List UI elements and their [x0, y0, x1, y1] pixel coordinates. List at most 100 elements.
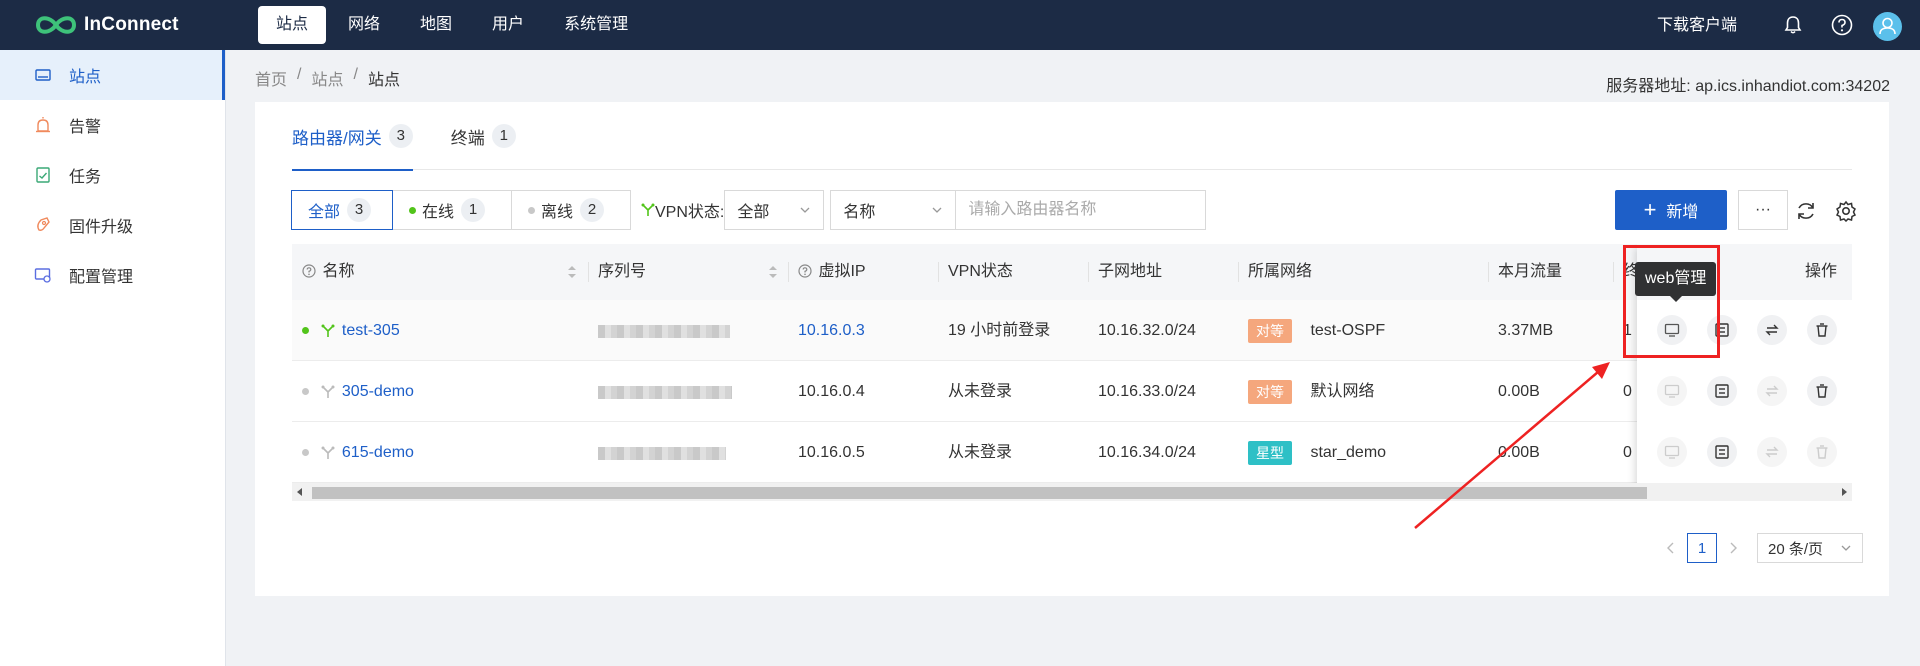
page-size-value: 20 条/页 [1768, 540, 1824, 558]
column-name[interactable]: 名称 [292, 244, 354, 300]
filter-offline[interactable]: 离线 2 [511, 190, 631, 230]
sort-icon[interactable] [768, 264, 778, 280]
search-field-select[interactable]: 名称 [830, 190, 957, 230]
column-label: VPN状态 [948, 263, 1013, 280]
filter-bar: 全部 3 在线 1 离线 2 VPN状态: 全部 名称 [291, 190, 1207, 230]
column-label: 操作 [1805, 263, 1838, 280]
web-manage-button[interactable] [1657, 437, 1687, 467]
column-serial[interactable]: 序列号 [588, 244, 646, 300]
logo[interactable]: InConnect [34, 12, 179, 38]
refresh-icon[interactable] [1795, 200, 1817, 222]
gear-icon[interactable] [1835, 200, 1857, 222]
device-name[interactable]: 305-demo [342, 383, 414, 400]
network-cell: 对等 默认网络 [1238, 361, 1374, 422]
filter-label: 在线 [422, 204, 455, 221]
vpn-status-label: VPN状态: [641, 198, 724, 222]
vpn-status-select[interactable]: 全部 [724, 190, 825, 230]
tab-terminal[interactable]: 终端 1 [451, 102, 516, 170]
switch-button[interactable] [1757, 437, 1787, 467]
delete-button[interactable] [1807, 376, 1837, 406]
sidebar-item-alarm[interactable]: 告警 [0, 100, 225, 150]
router-icon [321, 324, 335, 337]
breadcrumb-separator: / [297, 66, 302, 83]
alarm-icon [36, 117, 50, 133]
breadcrumb-home[interactable]: 首页 [255, 66, 287, 90]
column-label: 子网地址 [1098, 263, 1163, 280]
router-icon [321, 385, 335, 398]
bell-icon[interactable] [1783, 15, 1803, 35]
breadcrumb-current: 站点 [367, 72, 400, 89]
question-icon [302, 264, 316, 278]
offline-dot [528, 206, 535, 214]
delete-button[interactable] [1807, 315, 1837, 345]
config-icon [34, 268, 51, 283]
virtual-ip[interactable]: 10.16.0.3 [788, 300, 865, 361]
network-cell: 星型 star_demo [1238, 422, 1386, 483]
list-icon [1715, 445, 1729, 459]
sidebar-item-site[interactable]: 站点 [0, 50, 225, 100]
network-name: test-OSPF [1310, 322, 1386, 339]
subnet: 10.16.32.0/24 [1098, 322, 1196, 339]
device-name-cell[interactable]: test-305 [292, 300, 400, 361]
filter-count: 3 [347, 198, 372, 222]
delete-button[interactable] [1807, 437, 1837, 467]
add-button-label: 新增 [1666, 204, 1699, 221]
nav-map[interactable]: 地图 [402, 6, 470, 44]
trash-icon [1816, 384, 1828, 398]
scroll-left-arrow[interactable] [297, 488, 302, 496]
switch-button[interactable] [1757, 315, 1787, 345]
subnet: 10.16.33.0/24 [1098, 383, 1196, 400]
tab-router[interactable]: 路由器/网关 3 [292, 102, 413, 171]
sidebar-item-label: 告警 [69, 119, 102, 136]
offline-dot [302, 449, 309, 457]
main-nav: 站点 网络 地图 用户 系统管理 [258, 6, 650, 44]
inconnect-logo-icon [35, 16, 77, 34]
avatar[interactable] [1873, 12, 1902, 41]
sidebar-item-task[interactable]: 任务 [0, 150, 225, 200]
column-label: 所属网络 [1248, 263, 1313, 280]
web-manage-button[interactable] [1657, 376, 1687, 406]
column-label: 虚拟IP [818, 263, 866, 280]
column-subnet: 子网地址 [1088, 244, 1162, 300]
logo-text: InConnect [84, 14, 179, 35]
download-client-link[interactable]: 下载客户端 [1657, 0, 1737, 52]
nav-network[interactable]: 网络 [330, 6, 398, 44]
device-name-cell[interactable]: 615-demo [292, 422, 414, 483]
breadcrumb-site[interactable]: 站点 [311, 66, 343, 90]
more-button[interactable]: ··· [1738, 190, 1788, 230]
detail-button[interactable] [1707, 376, 1737, 406]
nav-system[interactable]: 系统管理 [546, 6, 646, 44]
nav-site[interactable]: 站点 [258, 6, 327, 44]
help-icon[interactable] [1831, 14, 1853, 36]
scroll-right-arrow[interactable] [1842, 488, 1847, 496]
sidebar-item-config[interactable]: 配置管理 [0, 250, 225, 300]
tab-count: 3 [388, 124, 413, 148]
device-name-cell[interactable]: 305-demo [292, 361, 414, 422]
column-vip[interactable]: 虚拟IP [788, 244, 866, 300]
serial-blurred [598, 386, 732, 399]
chevron-down-icon [932, 207, 942, 213]
filter-all[interactable]: 全部 3 [291, 190, 393, 230]
add-button[interactable]: + 新增 [1615, 190, 1727, 230]
switch-button[interactable] [1757, 376, 1787, 406]
sort-icon[interactable] [567, 264, 577, 280]
breadcrumb: 首页 / 站点 / 站点 [255, 66, 410, 90]
column-vpn: VPN状态 [938, 244, 1013, 300]
device-name[interactable]: 615-demo [342, 444, 414, 461]
search-input[interactable] [956, 190, 1207, 230]
list-icon [1715, 384, 1729, 398]
detail-button[interactable] [1707, 437, 1737, 467]
column-label: 序列号 [598, 263, 647, 280]
sidebar-item-firmware[interactable]: 固件升级 [0, 200, 225, 250]
next-page-button[interactable] [1723, 538, 1743, 558]
prev-page-button[interactable] [1661, 538, 1681, 558]
network-type-tag: 对等 [1248, 379, 1292, 404]
device-name[interactable]: test-305 [342, 322, 400, 339]
nav-user[interactable]: 用户 [474, 6, 542, 44]
page-number[interactable]: 1 [1687, 533, 1717, 563]
chevron-down-icon [1841, 545, 1851, 551]
filter-online[interactable]: 在线 1 [392, 190, 512, 230]
web-manage-tooltip: web管理 [1635, 262, 1717, 302]
chevron-left-icon [1667, 542, 1674, 554]
page-size-select[interactable]: 20 条/页 [1757, 533, 1863, 563]
